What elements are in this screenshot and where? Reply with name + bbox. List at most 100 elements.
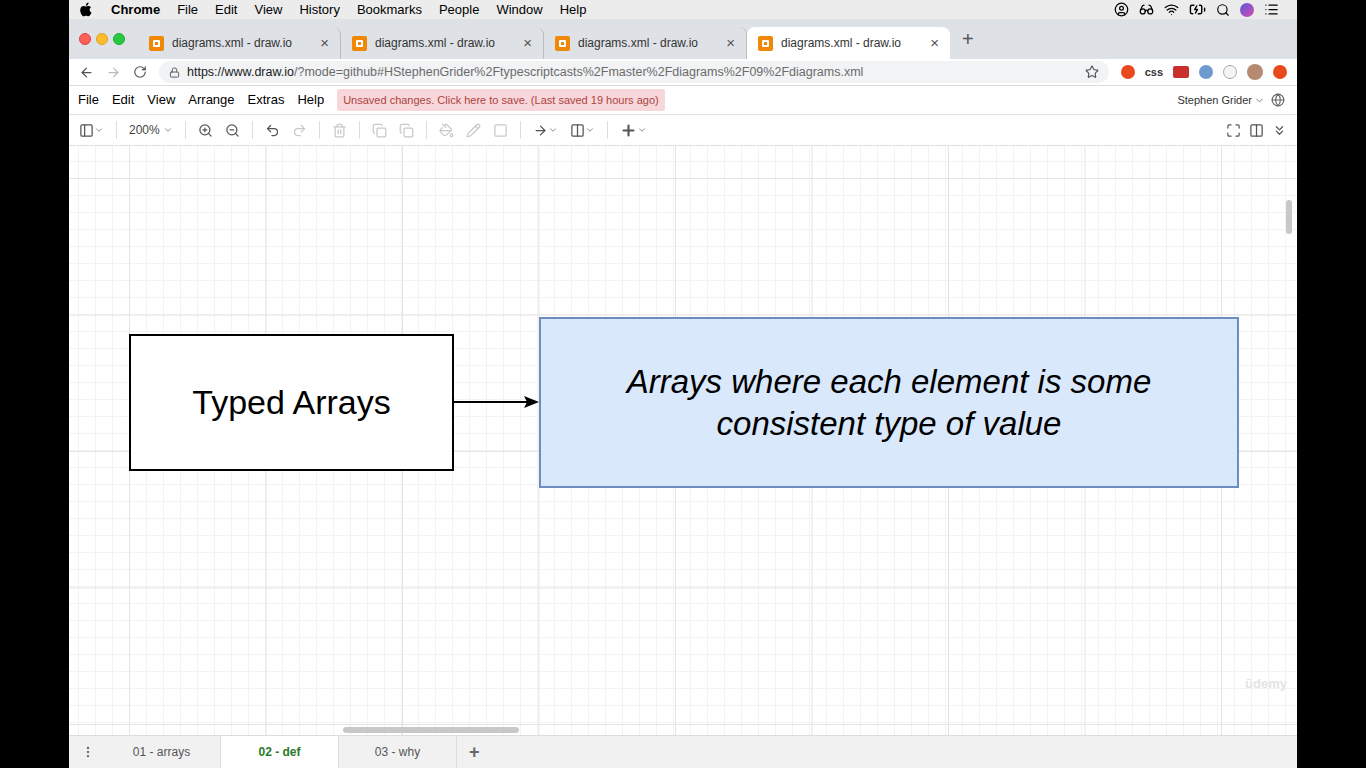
page-tab[interactable]: 01 - arrays — [103, 736, 221, 768]
app-menubar: File Edit View Arrange Extras Help Unsaved cha… — [69, 86, 1297, 114]
reload-icon[interactable] — [133, 65, 147, 79]
collapse-icon[interactable] — [1272, 123, 1287, 138]
insert-icon[interactable] — [620, 122, 637, 139]
tab-close-button[interactable]: × — [320, 32, 329, 55]
minimize-window-button[interactable] — [96, 33, 108, 45]
chevron-down-icon — [1254, 95, 1265, 106]
back-icon[interactable] — [79, 65, 94, 80]
menubar-item[interactable]: People — [439, 0, 479, 19]
extension-icon[interactable] — [1173, 66, 1189, 78]
new-tab-button[interactable]: + — [962, 24, 974, 54]
fill-color-icon[interactable] — [439, 123, 454, 138]
menubar-item[interactable]: Edit — [215, 0, 237, 19]
line-color-icon[interactable] — [466, 123, 481, 138]
definition-node[interactable]: Arrays where each element is some consis… — [539, 317, 1239, 488]
zoom-select[interactable]: 200% — [129, 121, 173, 139]
vertical-scrollbar[interactable] — [1286, 200, 1292, 234]
app-menu-item[interactable]: Help — [297, 90, 324, 110]
apple-icon[interactable] — [79, 2, 92, 17]
url-path: /?mode=github#HStephenGrider%2Ftypescrip… — [294, 65, 863, 79]
arrow-connector[interactable] — [454, 395, 540, 409]
delete-icon[interactable] — [332, 123, 347, 138]
search-icon[interactable] — [1216, 3, 1230, 17]
app-menu-item[interactable]: Edit — [112, 90, 134, 110]
browser-tab[interactable]: diagrams.xml - draw.io × — [138, 27, 341, 59]
notifications-icon[interactable] — [1264, 2, 1279, 17]
tab-close-button[interactable]: × — [930, 32, 939, 55]
page-tab[interactable]: 02 - def — [221, 736, 339, 768]
tab-close-button[interactable]: × — [523, 32, 532, 55]
tab-title: diagrams.xml - draw.io — [172, 34, 312, 52]
mac-menubar: Chrome File Edit View History Bookmarks People… — [69, 0, 1297, 19]
zoom-window-button[interactable] — [113, 33, 125, 45]
wifi-icon[interactable] — [1164, 2, 1179, 17]
tab-title: diagrams.xml - draw.io — [375, 34, 515, 52]
drawio-icon — [555, 36, 570, 51]
browser-tab[interactable]: diagrams.xml - draw.io × — [341, 27, 544, 59]
redo-icon[interactable] — [292, 123, 307, 138]
url-host: https://www.draw.io — [187, 65, 294, 79]
tab-title: diagrams.xml - draw.io — [781, 34, 922, 52]
zoom-out-icon[interactable] — [225, 123, 240, 138]
app-name[interactable]: Chrome — [111, 0, 160, 19]
extension-icon[interactable] — [1199, 65, 1213, 79]
connection-icon[interactable] — [533, 123, 548, 138]
bookmark-star-icon[interactable] — [1085, 65, 1099, 79]
app-menu-item[interactable]: Extras — [248, 90, 285, 110]
tab-title: diagrams.xml - draw.io — [578, 34, 718, 52]
glasses-icon[interactable] — [1139, 2, 1154, 17]
browser-tab[interactable]: diagrams.xml - draw.io × — [747, 27, 950, 59]
shadow-icon[interactable] — [493, 123, 508, 138]
node-label: Arrays where each element is some consis… — [581, 361, 1197, 444]
screen: Chrome File Edit View History Bookmarks People… — [0, 0, 1366, 768]
diagram-canvas[interactable]: Typed Arrays Arrays where each element is… — [69, 146, 1297, 735]
status-icon[interactable] — [1114, 2, 1129, 17]
app-menu-item[interactable]: View — [147, 90, 175, 110]
globe-icon[interactable] — [1271, 93, 1285, 107]
extension-icon[interactable] — [1223, 65, 1237, 79]
unsaved-notice[interactable]: Unsaved changes. Click here to save. (La… — [337, 89, 665, 112]
horizontal-scrollbar[interactable] — [343, 727, 519, 733]
page-menu-button[interactable] — [81, 736, 103, 768]
zoom-in-icon[interactable] — [198, 123, 213, 138]
tab-close-button[interactable]: × — [726, 32, 735, 55]
format-panel-icon[interactable] — [79, 123, 94, 138]
profile-avatar-icon[interactable] — [1247, 64, 1263, 80]
extension-icon[interactable] — [1273, 65, 1287, 79]
app-toolbar: 200% — [69, 114, 1297, 146]
term-node[interactable]: Typed Arrays — [129, 334, 454, 471]
to-back-icon[interactable] — [399, 123, 414, 138]
fullscreen-icon[interactable] — [1226, 123, 1241, 138]
siri-icon[interactable] — [1240, 3, 1254, 17]
add-page-button[interactable]: + — [457, 736, 492, 768]
chevron-down-icon — [163, 125, 173, 135]
menubar-item[interactable]: File — [177, 0, 198, 19]
app-menu-item[interactable]: File — [78, 90, 99, 110]
battery-icon[interactable] — [1189, 1, 1206, 18]
tab-strip: diagrams.xml - draw.io×diagrams.xml - dr… — [69, 19, 1297, 59]
page-tab[interactable]: 03 - why — [339, 736, 457, 768]
drawio-icon — [758, 36, 773, 51]
forward-icon[interactable] — [106, 65, 121, 80]
menubar-item[interactable]: View — [254, 0, 282, 19]
extension-icon[interactable] — [1121, 65, 1135, 79]
menubar-item[interactable]: History — [299, 0, 339, 19]
lock-icon — [169, 67, 180, 78]
app-menu-item[interactable]: Arrange — [188, 90, 234, 110]
format-icon[interactable] — [1249, 123, 1264, 138]
browser-tab[interactable]: diagrams.xml - draw.io × — [544, 27, 747, 59]
undo-icon[interactable] — [265, 123, 280, 138]
toolbar: https://www.draw.io/?mode=github#HStephe… — [69, 59, 1297, 86]
address-field[interactable]: https://www.draw.io/?mode=github#HStephe… — [159, 61, 1109, 83]
menubar-item[interactable]: Help — [560, 0, 587, 19]
screen-content: Chrome File Edit View History Bookmarks People… — [69, 0, 1297, 768]
extension-label[interactable]: css — [1145, 64, 1163, 81]
to-front-icon[interactable] — [372, 123, 387, 138]
menubar-item[interactable]: Window — [496, 0, 542, 19]
window-controls — [79, 33, 125, 45]
watermark: ūdemy — [1245, 674, 1287, 694]
user-name[interactable]: Stephen Grider — [1177, 92, 1265, 109]
waypoints-icon[interactable] — [570, 123, 585, 138]
menubar-item[interactable]: Bookmarks — [357, 0, 422, 19]
close-window-button[interactable] — [79, 33, 91, 45]
